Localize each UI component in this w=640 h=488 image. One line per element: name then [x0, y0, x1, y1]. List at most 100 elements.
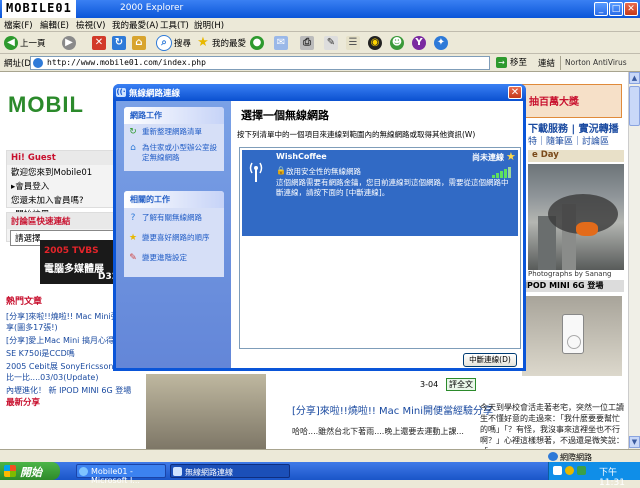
forward-button[interactable]: ▶	[62, 35, 76, 51]
qq-button[interactable]: ◉	[368, 35, 382, 51]
top-nav-primary[interactable]: 下載服務 | 實況轉播	[528, 120, 619, 135]
media-icon: ●	[250, 36, 264, 50]
learn-wireless-link[interactable]: ? 了解有關無線網路	[124, 208, 224, 226]
messenger-icon: ☻	[390, 36, 404, 50]
scroll-down-arrow-icon[interactable]: ▼	[629, 436, 640, 448]
edit-button[interactable]: ✎	[324, 35, 338, 51]
menu-view[interactable]: 檢視(V)	[76, 19, 105, 31]
advanced-settings-link[interactable]: ✎ 變更進階設定	[124, 246, 224, 266]
menu-help[interactable]: 說明(H)	[194, 19, 224, 31]
favorites-button[interactable]: ★ 我的最愛	[196, 35, 246, 51]
hot-item[interactable]: 內壢進化！ 新 IPOD MINI 6G 登場	[6, 385, 146, 396]
signal-bar	[508, 167, 511, 178]
dialog-subtitle: 按下列清單中的一個項目來連線到範圍內的無線網路或取得其他資訊(W)	[237, 130, 476, 139]
dialog-close-button[interactable]: ✕	[508, 86, 522, 99]
network-item-wishcoffee[interactable]: WishCoffee 尚未連線 ★ 🔒 啟用安全性的無線網路 這個網路需要有網路…	[242, 150, 518, 236]
research-icon: ✦	[434, 36, 448, 50]
menu-bar: 檔案(F) 編輯(E) 檢視(V) 我的最愛(A) 工具(T) 說明(H)	[0, 18, 640, 32]
disconnect-button[interactable]: 中斷連線(D)	[463, 353, 517, 367]
back-button[interactable]: ◀ 上一頁	[4, 35, 46, 51]
star-icon: ★	[197, 35, 209, 50]
photo-of-day[interactable]	[528, 164, 624, 270]
volume-tray-icon[interactable]	[565, 466, 574, 475]
setup-wireless-link[interactable]: ⌂ 為住家或小型辦公室設定無線網路	[124, 140, 224, 166]
vertical-scrollbar[interactable]: ▲ ▼	[628, 72, 640, 449]
menu-tools[interactable]: 工具(T)	[160, 19, 189, 31]
start-button[interactable]: 開始	[0, 462, 60, 480]
network-security: 啟用安全性的無線網路	[286, 167, 361, 176]
news-body: 哈哈....雖然台北下著雨....晚上還要去運動上課...	[292, 427, 464, 436]
refresh-button[interactable]: ↻	[112, 35, 126, 51]
taskbar-item-ie[interactable]: Mobile01 - Microsoft I...	[76, 464, 166, 485]
taskbar-item-ie-label: Mobile01 - Microsoft I...	[91, 467, 140, 485]
clock[interactable]: 下午 11:31	[599, 465, 640, 488]
yahoo-button[interactable]: Y	[412, 35, 426, 51]
site-logo[interactable]: MOBIL	[8, 92, 84, 118]
taskbar-item-wireless[interactable]: 無線網路連線	[170, 464, 290, 478]
mail-button[interactable]: ✉	[274, 35, 288, 51]
network-tasks-title: 網路工作	[124, 107, 224, 124]
task-pane: 網路工作 ↻ 重新整理網路清單 ⌂ 為住家或小型辦公室設定無線網路 相關的工作 …	[116, 101, 231, 368]
top-nav-secondary[interactable]: 特｜隨筆區｜討論區	[528, 134, 609, 147]
window-title: 2000 Explorer	[120, 3, 184, 13]
discuss-button[interactable]: ☰	[346, 35, 360, 51]
dialog-title-bar[interactable]: ((· 無線網路連線	[113, 84, 526, 101]
print-button[interactable]: ⎙	[300, 35, 314, 51]
address-url: http://www.mobile01.com/index.php	[47, 58, 206, 67]
go-label: 移至	[510, 58, 528, 68]
signal-bar	[504, 169, 507, 178]
back-arrow-icon: ◀	[4, 36, 18, 50]
right-article-body: 今天到學校會活走著老宅，突然一位工讀生不懂好意的走過來：「我什麼要要幫忙的嗎」「…	[480, 403, 624, 449]
news-headline[interactable]: [分享]來啦!!燒啦!! Mac Mini開便當經驗分享	[292, 402, 493, 417]
address-bar: 網址(D) http://www.mobile01.com/index.php …	[0, 54, 640, 72]
photo-credit: Photographs by Sanang	[528, 270, 612, 278]
promo-banner[interactable]: 抽百萬大獎	[522, 84, 622, 118]
change-order-link[interactable]: ★ 變更喜好網路的順序	[124, 226, 224, 246]
media-button[interactable]: ●	[250, 35, 264, 51]
signal-strength-icon	[492, 166, 511, 178]
preferred-star-icon: ★	[506, 150, 516, 163]
network-tray-icon[interactable]	[553, 466, 562, 475]
search-button[interactable]: ⌕ 搜尋	[156, 35, 191, 51]
network-list[interactable]: WishCoffee 尚未連線 ★ 🔒 啟用安全性的無線網路 這個網路需要有網路…	[239, 147, 521, 349]
maximize-button[interactable]: □	[609, 2, 623, 16]
stop-button[interactable]: ✕	[92, 35, 106, 51]
internet-zone-icon	[548, 452, 558, 461]
home-button[interactable]: ⌂	[132, 35, 146, 51]
forward-arrow-icon: ▶	[62, 36, 76, 50]
antivirus-tray-icon[interactable]	[577, 466, 586, 475]
print-icon: ⎙	[300, 36, 314, 50]
wireless-icon: ((·	[116, 88, 126, 97]
ipod-header[interactable]: IPOD MINI 6G 登場	[520, 280, 624, 292]
norton-toolbar[interactable]: Norton AntiVirus	[560, 56, 638, 70]
related-tasks-title: 相關的工作	[124, 191, 224, 208]
read-more-button[interactable]: 評全文	[446, 378, 476, 391]
favorites-label: 我的最愛	[212, 39, 247, 49]
refresh-network-list-link[interactable]: ↻ 重新整理網路清單	[124, 124, 224, 140]
research-button[interactable]: ✦	[434, 35, 448, 51]
network-name: WishCoffee	[276, 152, 327, 161]
minimize-button[interactable]: _	[594, 2, 608, 16]
scroll-up-arrow-icon[interactable]: ▲	[629, 72, 640, 84]
go-button[interactable]: → 移至	[496, 56, 527, 70]
window-close-button[interactable]: ✕	[624, 2, 638, 16]
ie-icon	[79, 467, 88, 476]
menu-favorites[interactable]: 我的最愛(A)	[112, 19, 158, 31]
click-wheel-shape	[567, 335, 581, 349]
scroll-thumb[interactable]	[629, 86, 640, 126]
help-icon: ?	[130, 213, 136, 223]
ad-text-line2: 電腦多媒體展	[44, 264, 104, 275]
ipod-photo[interactable]	[522, 296, 622, 376]
address-input[interactable]: http://www.mobile01.com/index.php	[30, 56, 490, 70]
mail-icon: ✉	[274, 36, 288, 50]
photo-of-day-header: e Day	[528, 150, 624, 162]
menu-edit[interactable]: 編輯(E)	[40, 19, 69, 31]
messenger-button[interactable]: ☻	[390, 35, 404, 51]
taskbar: 開始 Mobile01 - Microsoft I... 無線網路連線 下午 1…	[0, 462, 640, 488]
change-order-label: 變更喜好網路的順序	[142, 233, 210, 242]
links-button[interactable]: 連結	[538, 57, 555, 69]
menu-file[interactable]: 檔案(F)	[4, 19, 33, 31]
news-photo[interactable]	[146, 374, 266, 449]
home-icon: ⌂	[132, 36, 146, 50]
dialog-heading: 選擇一個無線網路	[241, 109, 329, 122]
